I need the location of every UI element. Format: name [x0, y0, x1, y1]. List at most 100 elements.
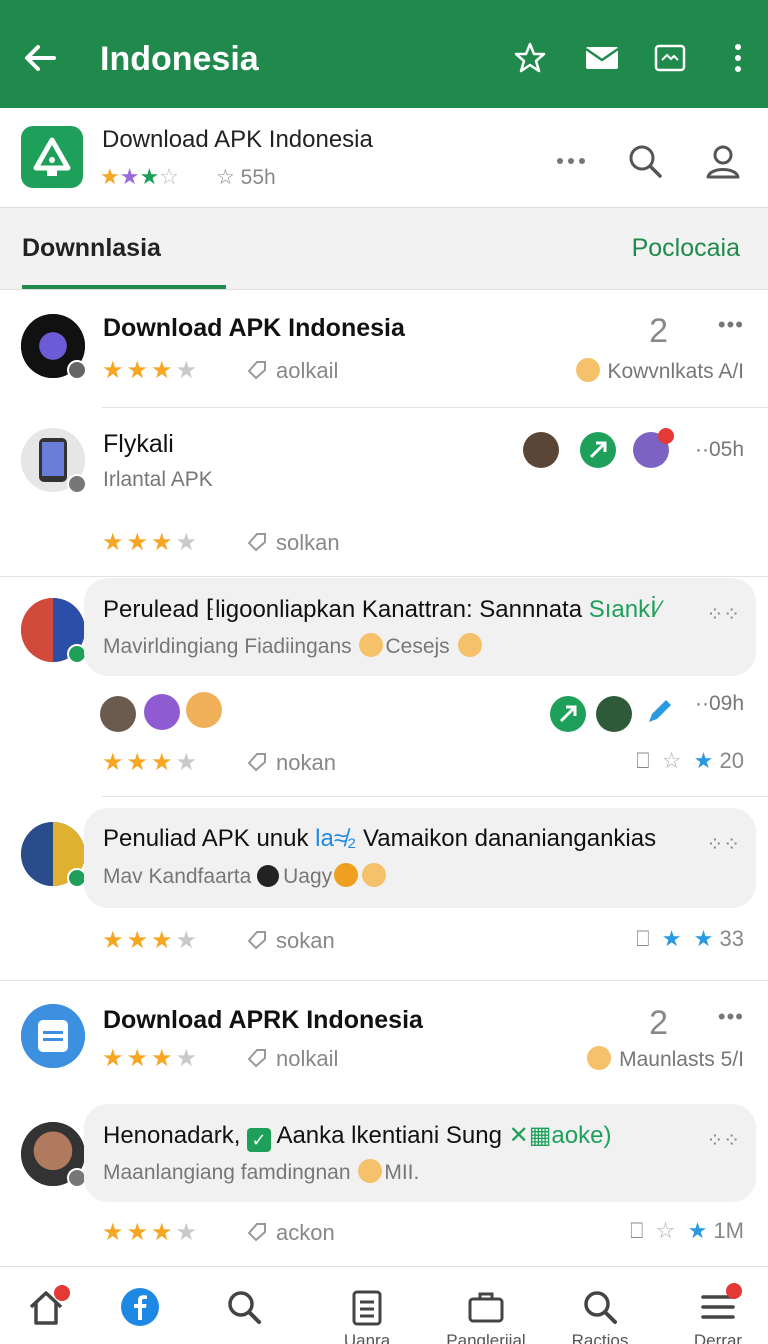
participant-avatar[interactable]: [596, 696, 632, 732]
item-tag: nolkail: [246, 1046, 338, 1072]
arrow-left-icon[interactable]: [20, 38, 60, 78]
hat-icon: [257, 865, 280, 887]
item-subtitle: Irlantal APK: [103, 468, 213, 491]
app-bar: Indonesia: [0, 10, 768, 108]
participant-avatar[interactable]: [100, 696, 136, 732]
star-rating: ★★★★: [102, 1045, 201, 1072]
item-title: Download APRK Indonesia: [103, 1006, 423, 1034]
bookmark-icon[interactable]: ⎕: [630, 1218, 643, 1243]
participant-avatar[interactable]: [144, 694, 180, 730]
post-item[interactable]: Penuliad APK unuk la≉₂ Vamaikon dananian…: [0, 796, 768, 980]
post-tag: ackon: [246, 1220, 335, 1246]
avatar: [21, 1122, 87, 1188]
avatar: [21, 598, 87, 664]
tab-downloads[interactable]: Downnlasia: [22, 234, 161, 263]
more-horizontal-icon[interactable]: [552, 142, 590, 180]
avatar: [21, 428, 87, 494]
item-count: 2: [649, 312, 668, 350]
share-icon[interactable]: [550, 696, 586, 732]
post-tag: nokan: [246, 750, 336, 776]
more-horizontal-icon[interactable]: •••: [718, 312, 744, 338]
post-item[interactable]: Henonadark, ✓ Aanka lkentiani Sung ✕▦aok…: [0, 1096, 768, 1266]
mail-icon[interactable]: [584, 40, 620, 76]
emoji-icon: [457, 633, 482, 657]
nav-clipboard[interactable]: Uanra: [317, 1267, 417, 1344]
image-icon[interactable]: [652, 40, 688, 76]
post-reactions[interactable]: ⎕ ★ ★ 33: [636, 926, 744, 952]
app-logo-icon: [33, 137, 71, 176]
star-filled-icon[interactable]: ★: [662, 926, 682, 951]
nav-facebook[interactable]: [90, 1267, 190, 1344]
star-rating: ★★★★: [102, 749, 201, 776]
grid-icon[interactable]: ⁘⁘: [706, 602, 740, 627]
grid-icon[interactable]: ⁘⁘: [706, 832, 740, 857]
avatar: [21, 1004, 85, 1068]
post-bubble[interactable]: Henonadark, ✓ Aanka lkentiani Sung ✕▦aok…: [84, 1104, 756, 1202]
post-reactions[interactable]: ⎕ ☆ ★ 20: [636, 748, 744, 774]
star-filled-icon[interactable]: ★: [694, 926, 714, 951]
emoji-icon: [359, 633, 384, 657]
nav-search-2[interactable]: Ractios: [550, 1267, 650, 1344]
post-title: Henonadark, ✓ Aanka lkentiani Sung ✕▦aok…: [103, 1122, 612, 1152]
status-badge: [67, 360, 87, 380]
nav-briefcase[interactable]: Panglerjial: [436, 1267, 536, 1344]
star-filled-icon[interactable]: ★: [688, 1218, 708, 1243]
post-reactions[interactable]: ⎕ ☆ ★ 1M: [630, 1218, 744, 1244]
post-tag: sokan: [246, 928, 335, 954]
participant-avatar[interactable]: [523, 432, 559, 468]
tab-indicator: [22, 285, 226, 289]
tab-popular[interactable]: Poclocaia: [632, 234, 740, 263]
notification-dot: [726, 1283, 742, 1299]
participant-avatar[interactable]: [186, 692, 222, 728]
tab-bar: Downnlasia Poclocaia: [0, 208, 768, 290]
list-item[interactable]: Download APRK Indonesia ★★★★ nolkail 2 •…: [0, 980, 768, 1096]
search-icon: [584, 1291, 617, 1324]
item-right-meta: Maunlasts 5/I: [585, 1046, 744, 1072]
more-vertical-icon[interactable]: [720, 40, 756, 76]
pencil-icon[interactable]: [643, 694, 677, 728]
share-icon[interactable]: [580, 432, 616, 468]
star-outline-icon[interactable]: ☆: [656, 1218, 676, 1243]
search-icon[interactable]: [626, 142, 664, 180]
status-bar: [0, 0, 768, 10]
tag-icon: [247, 1049, 266, 1068]
nav-menu[interactable]: Derrar: [668, 1267, 768, 1344]
post-subtitle: Mavirldingiang Fiadiingans Cesejs: [103, 633, 484, 659]
nav-home[interactable]: [0, 1267, 96, 1344]
star-outline-icon[interactable]: ☆: [662, 748, 682, 773]
post-subtitle: Mav Kandfaarta Uagy: [103, 863, 388, 889]
nav-search[interactable]: [194, 1267, 294, 1344]
star-filled-icon[interactable]: ★: [694, 748, 714, 773]
app-logo[interactable]: [21, 126, 83, 188]
star-rating: ★★★★: [102, 1219, 201, 1246]
app-rating: ★★★☆: [100, 164, 179, 189]
tag-icon: [247, 931, 266, 950]
item-title: Flykali: [103, 430, 174, 458]
star-icon[interactable]: [512, 40, 548, 76]
tag-icon: [247, 1223, 266, 1242]
post-bubble[interactable]: Perulead ⁅ligoonliapkan Kanattran: Sannn…: [84, 578, 756, 676]
list-item[interactable]: Flykali Irlantal APK ··05h: [0, 408, 768, 508]
post-item[interactable]: Perulead ⁅ligoonliapkan Kanattran: Sannn…: [0, 576, 768, 796]
star-rating: ★★★★: [102, 529, 201, 556]
status-badge: [67, 474, 87, 494]
star-rating: ★★★★: [102, 357, 201, 384]
grid-icon[interactable]: ⁘⁘: [706, 1128, 740, 1153]
list-item[interactable]: Download APK Indonesia ★★★★ aolkail 2 ••…: [0, 290, 768, 408]
bookmark-icon[interactable]: ⎕: [636, 748, 649, 773]
tag-icon: [247, 753, 266, 772]
profile-icon[interactable]: [704, 142, 742, 180]
post-bubble[interactable]: Penuliad APK unuk la≉₂ Vamaikon dananian…: [84, 808, 756, 908]
page-title: Indonesia: [100, 40, 259, 78]
star-rating: ★★★★: [102, 927, 201, 954]
bookmark-icon[interactable]: ⎕: [636, 926, 649, 951]
app-header: Download APK Indonesia ★★★☆ ☆ 55h: [0, 108, 768, 208]
item-tag: aolkail: [246, 358, 338, 384]
search-icon: [228, 1291, 261, 1324]
notification-dot: [54, 1285, 70, 1301]
post-title: Penuliad APK unuk la≉₂ Vamaikon dananian…: [103, 825, 657, 852]
post-title: Perulead ⁅ligoonliapkan Kanattran: Sannn…: [103, 596, 661, 623]
item-right-meta: Kowvnlkats A/I: [574, 358, 744, 384]
more-horizontal-icon[interactable]: •••: [718, 1004, 744, 1030]
list-item-footer: ★★★★ solkan: [0, 508, 768, 576]
